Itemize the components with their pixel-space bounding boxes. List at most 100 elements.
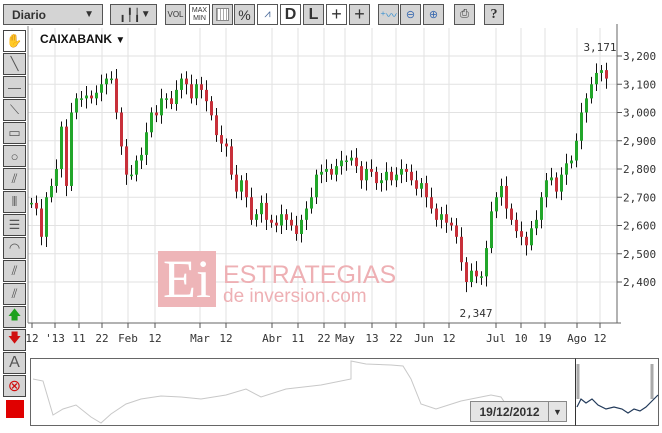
x-tick-label: 22 (389, 332, 402, 345)
candle-body (125, 146, 128, 175)
x-tick-label: 12 (25, 332, 38, 345)
candle-body (470, 270, 473, 282)
candle-body (30, 202, 33, 205)
horizontal-line-tool-button[interactable]: — (3, 76, 26, 98)
candle-body (320, 171, 323, 175)
candle-body (270, 219, 273, 223)
candle-body (440, 214, 443, 220)
line-icon: ╲ (10, 56, 19, 71)
candle-body (485, 248, 488, 277)
candle-body (360, 166, 363, 181)
candle-body (95, 92, 98, 99)
watermark-logo: Ei (158, 251, 216, 307)
candle-body (430, 197, 433, 209)
candle-body (505, 185, 508, 209)
candle-body (335, 166, 338, 175)
candle-body (475, 270, 478, 277)
candle-body (330, 169, 333, 175)
candle-body (170, 98, 173, 105)
candle-body (515, 219, 518, 232)
arc-tool-button[interactable]: ◠ (3, 237, 26, 259)
candle-body (295, 225, 298, 234)
candle-body (55, 169, 58, 186)
candle-body (250, 197, 253, 220)
candle-body (500, 185, 503, 198)
candle-body (535, 219, 538, 229)
rectangle-tool-button[interactable]: ▭ (3, 122, 26, 144)
rectangle-icon: ▭ (8, 125, 21, 140)
candle-body (350, 157, 353, 161)
sell-arrow-icon: 🡇 (7, 330, 22, 345)
parallel-lines-icon: ⟍ (9, 102, 20, 117)
text-tool-button[interactable]: A (3, 352, 26, 374)
candle-body (165, 98, 168, 100)
horizontal-grid-tool-button[interactable]: ☰ (3, 214, 26, 236)
candle-body (140, 154, 143, 161)
y-tick-label: 2,500 (623, 248, 656, 261)
candle-body (560, 174, 563, 192)
candle-body (105, 78, 108, 85)
candle-body (110, 78, 113, 81)
candle-body (60, 126, 63, 169)
chart-title[interactable]: CAIXABANK ▼ (40, 32, 125, 46)
navigator-window[interactable] (575, 358, 659, 426)
candle-body (175, 89, 178, 105)
vertical-grid-icon: ⦀ (11, 194, 18, 209)
max-annotation: 3,171 (583, 41, 616, 54)
candle-body (275, 222, 278, 226)
y-tick-label: 3,200 (623, 50, 656, 63)
x-tick-label: 22 (95, 332, 108, 345)
buy-arrow-tool-button[interactable]: 🡅 (3, 306, 26, 328)
x-tick-label: 12 (148, 332, 161, 345)
channel-tool-button[interactable]: ⫽ (3, 260, 26, 282)
line-tool-button[interactable]: ╲ (3, 53, 26, 75)
candle-body (240, 180, 243, 192)
candle-body (465, 262, 468, 282)
chevron-down-icon: ▼ (115, 35, 126, 46)
sell-arrow-tool-button[interactable]: 🡇 (3, 329, 26, 351)
candle-body (595, 72, 598, 85)
candle-body (605, 70, 608, 79)
s-channel-icon: ⫽ (11, 286, 18, 301)
x-tick-label: Feb (118, 332, 138, 345)
candle-body (410, 171, 413, 181)
x-tick-label: 22 (317, 332, 330, 345)
x-tick-label: 12 (219, 332, 232, 345)
y-tick-label: 3,000 (623, 107, 656, 120)
candle-body (370, 169, 373, 172)
parallel-lines-tool-button[interactable]: ⟍ (3, 99, 26, 121)
candle-body (590, 84, 593, 99)
candle-body (495, 197, 498, 212)
delete-tool-button[interactable]: ⊗ (3, 375, 26, 397)
min-annotation: 2,347 (459, 307, 492, 320)
candle-body (600, 70, 603, 73)
fan-tool-button[interactable]: ⫽ (3, 168, 26, 190)
candle-body (155, 112, 158, 116)
candle-body (80, 98, 83, 100)
x-tick-label: '13 (45, 332, 65, 345)
candle-body (210, 101, 213, 116)
vertical-grid-tool-button[interactable]: ⦀ (3, 191, 26, 213)
candle-body (195, 84, 198, 99)
candle-body (90, 95, 93, 99)
candle-body (585, 98, 588, 113)
candle-body (575, 140, 578, 161)
candle-body (35, 202, 38, 209)
circle-tool-button[interactable]: ○ (3, 145, 26, 167)
candle-body (245, 180, 248, 198)
candle-body (145, 132, 148, 155)
channel-icon: ⫽ (11, 263, 18, 278)
candle-body (540, 197, 543, 220)
candle-body (565, 163, 568, 175)
hand-tool-button[interactable]: ✋ (3, 30, 26, 52)
candle-body (300, 219, 303, 234)
symbol-label: CAIXABANK (40, 32, 112, 46)
candle-body (395, 174, 398, 181)
y-tick-label: 2,600 (623, 220, 656, 233)
candle-body (510, 208, 513, 220)
s-channel-tool-button[interactable]: ⫽ (3, 283, 26, 305)
color-picker-tool-button[interactable] (3, 398, 26, 420)
date-dropdown[interactable]: 19/12/2012 ▼ (470, 401, 567, 422)
candle-body (415, 180, 418, 189)
y-tick-label: 2,900 (623, 135, 656, 148)
